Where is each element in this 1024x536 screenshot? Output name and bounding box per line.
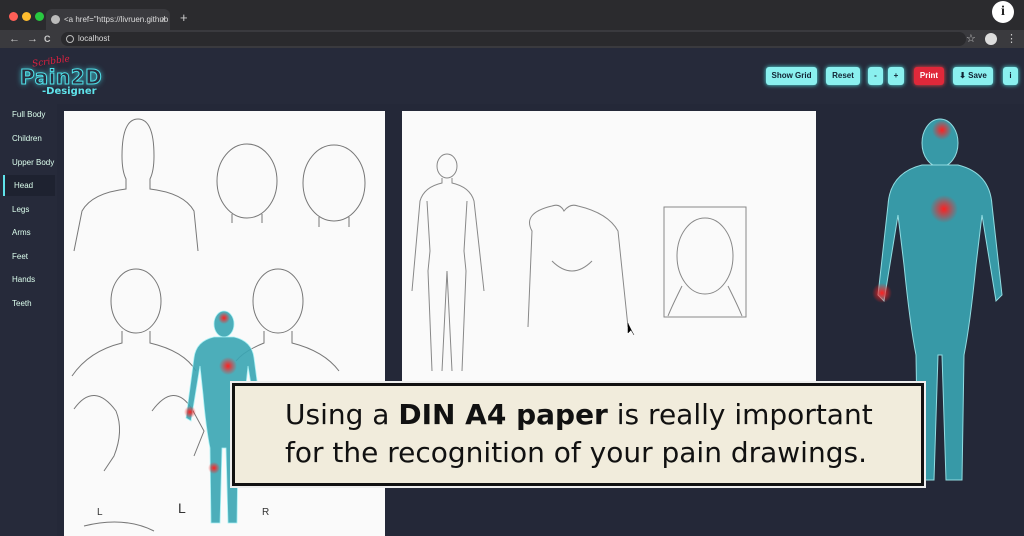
profile-icon[interactable] — [985, 33, 997, 45]
logo-subtitle: -Designer — [42, 86, 97, 97]
sidebar-item-arms[interactable]: Arms — [3, 222, 55, 243]
mouse-cursor-icon — [627, 323, 635, 336]
sidebar-item-feet[interactable]: Feet — [3, 246, 55, 267]
app-root: <a href="https://livruen.github × + i ← … — [0, 0, 1024, 536]
globe-icon — [51, 15, 60, 24]
save-button[interactable]: ⬇ Save — [953, 67, 993, 85]
caption-line-1-suffix: is really important — [607, 398, 873, 431]
pain-marker-chest — [930, 195, 958, 223]
url-text: localhost — [78, 34, 110, 43]
sidebar-item-head[interactable]: Head — [3, 175, 55, 196]
view-label-l1: L — [97, 507, 103, 518]
info-icon[interactable] — [66, 35, 74, 43]
print-button[interactable]: Print — [914, 67, 944, 85]
app-header: Scribble Pain2D -Designer Show Grid Rese… — [0, 48, 1024, 104]
zoom-in-button[interactable]: + — [888, 67, 904, 85]
small-pain-marker-hand — [184, 406, 196, 418]
caption-line-1-bold: DIN A4 paper — [398, 398, 608, 431]
small-pain-marker-chest — [219, 357, 237, 375]
caption-line-1: Using a DIN A4 paper is really important — [285, 396, 921, 434]
video-caption: Using a DIN A4 paper is really important… — [232, 383, 924, 486]
browser-menu-icon[interactable]: ⋮ — [1006, 32, 1017, 45]
pain-marker-head — [932, 120, 952, 140]
reload-icon[interactable]: C — [44, 32, 51, 46]
sidebar-item-upper-body[interactable]: Upper Body — [3, 152, 55, 173]
browser-tab[interactable]: <a href="https://livruen.github × — [46, 9, 170, 30]
sidebar: Full Body Children Upper Body Head Legs … — [0, 104, 57, 536]
info-button[interactable]: i — [1003, 67, 1018, 85]
caption-line-1-prefix: Using a — [285, 398, 399, 431]
address-bar[interactable]: localhost — [61, 32, 966, 46]
back-arrow-icon[interactable]: ← — [9, 32, 20, 46]
reset-button[interactable]: Reset — [826, 67, 860, 85]
sidebar-item-hands[interactable]: Hands — [3, 269, 55, 290]
zoom-out-button[interactable]: - — [868, 67, 883, 85]
new-tab-button[interactable]: + — [180, 11, 188, 25]
forward-arrow-icon[interactable]: → — [27, 32, 38, 46]
small-pain-marker-head — [218, 312, 230, 324]
pain-marker-hand — [872, 283, 892, 303]
maximize-window-button[interactable] — [35, 12, 44, 21]
tab-title: <a href="https://livruen.github — [64, 15, 169, 24]
close-window-button[interactable] — [9, 12, 18, 21]
small-pain-marker-knee — [208, 462, 220, 474]
drawing-canvas[interactable] — [402, 111, 816, 383]
caption-line-2: for the recognition of your pain drawing… — [285, 436, 867, 469]
app-logo: Scribble Pain2D -Designer — [19, 54, 102, 97]
close-tab-icon[interactable]: × — [161, 9, 166, 30]
show-grid-button[interactable]: Show Grid — [766, 67, 817, 85]
sidebar-item-teeth[interactable]: Teeth — [3, 293, 55, 314]
sidebar-item-legs[interactable]: Legs — [3, 199, 55, 220]
sidebar-item-full-body[interactable]: Full Body — [3, 104, 55, 125]
browser-tab-bar: <a href="https://livruen.github × + i — [0, 0, 1024, 30]
browser-nav-bar: ← → C localhost ☆ ⋮ — [0, 30, 1024, 48]
minimize-window-button[interactable] — [22, 12, 31, 21]
bookmark-star-icon[interactable]: ☆ — [966, 32, 976, 45]
body-outlines-drawing — [411, 153, 747, 372]
sidebar-item-children[interactable]: Children — [3, 128, 55, 149]
info-overlay-icon[interactable]: i — [992, 1, 1014, 23]
